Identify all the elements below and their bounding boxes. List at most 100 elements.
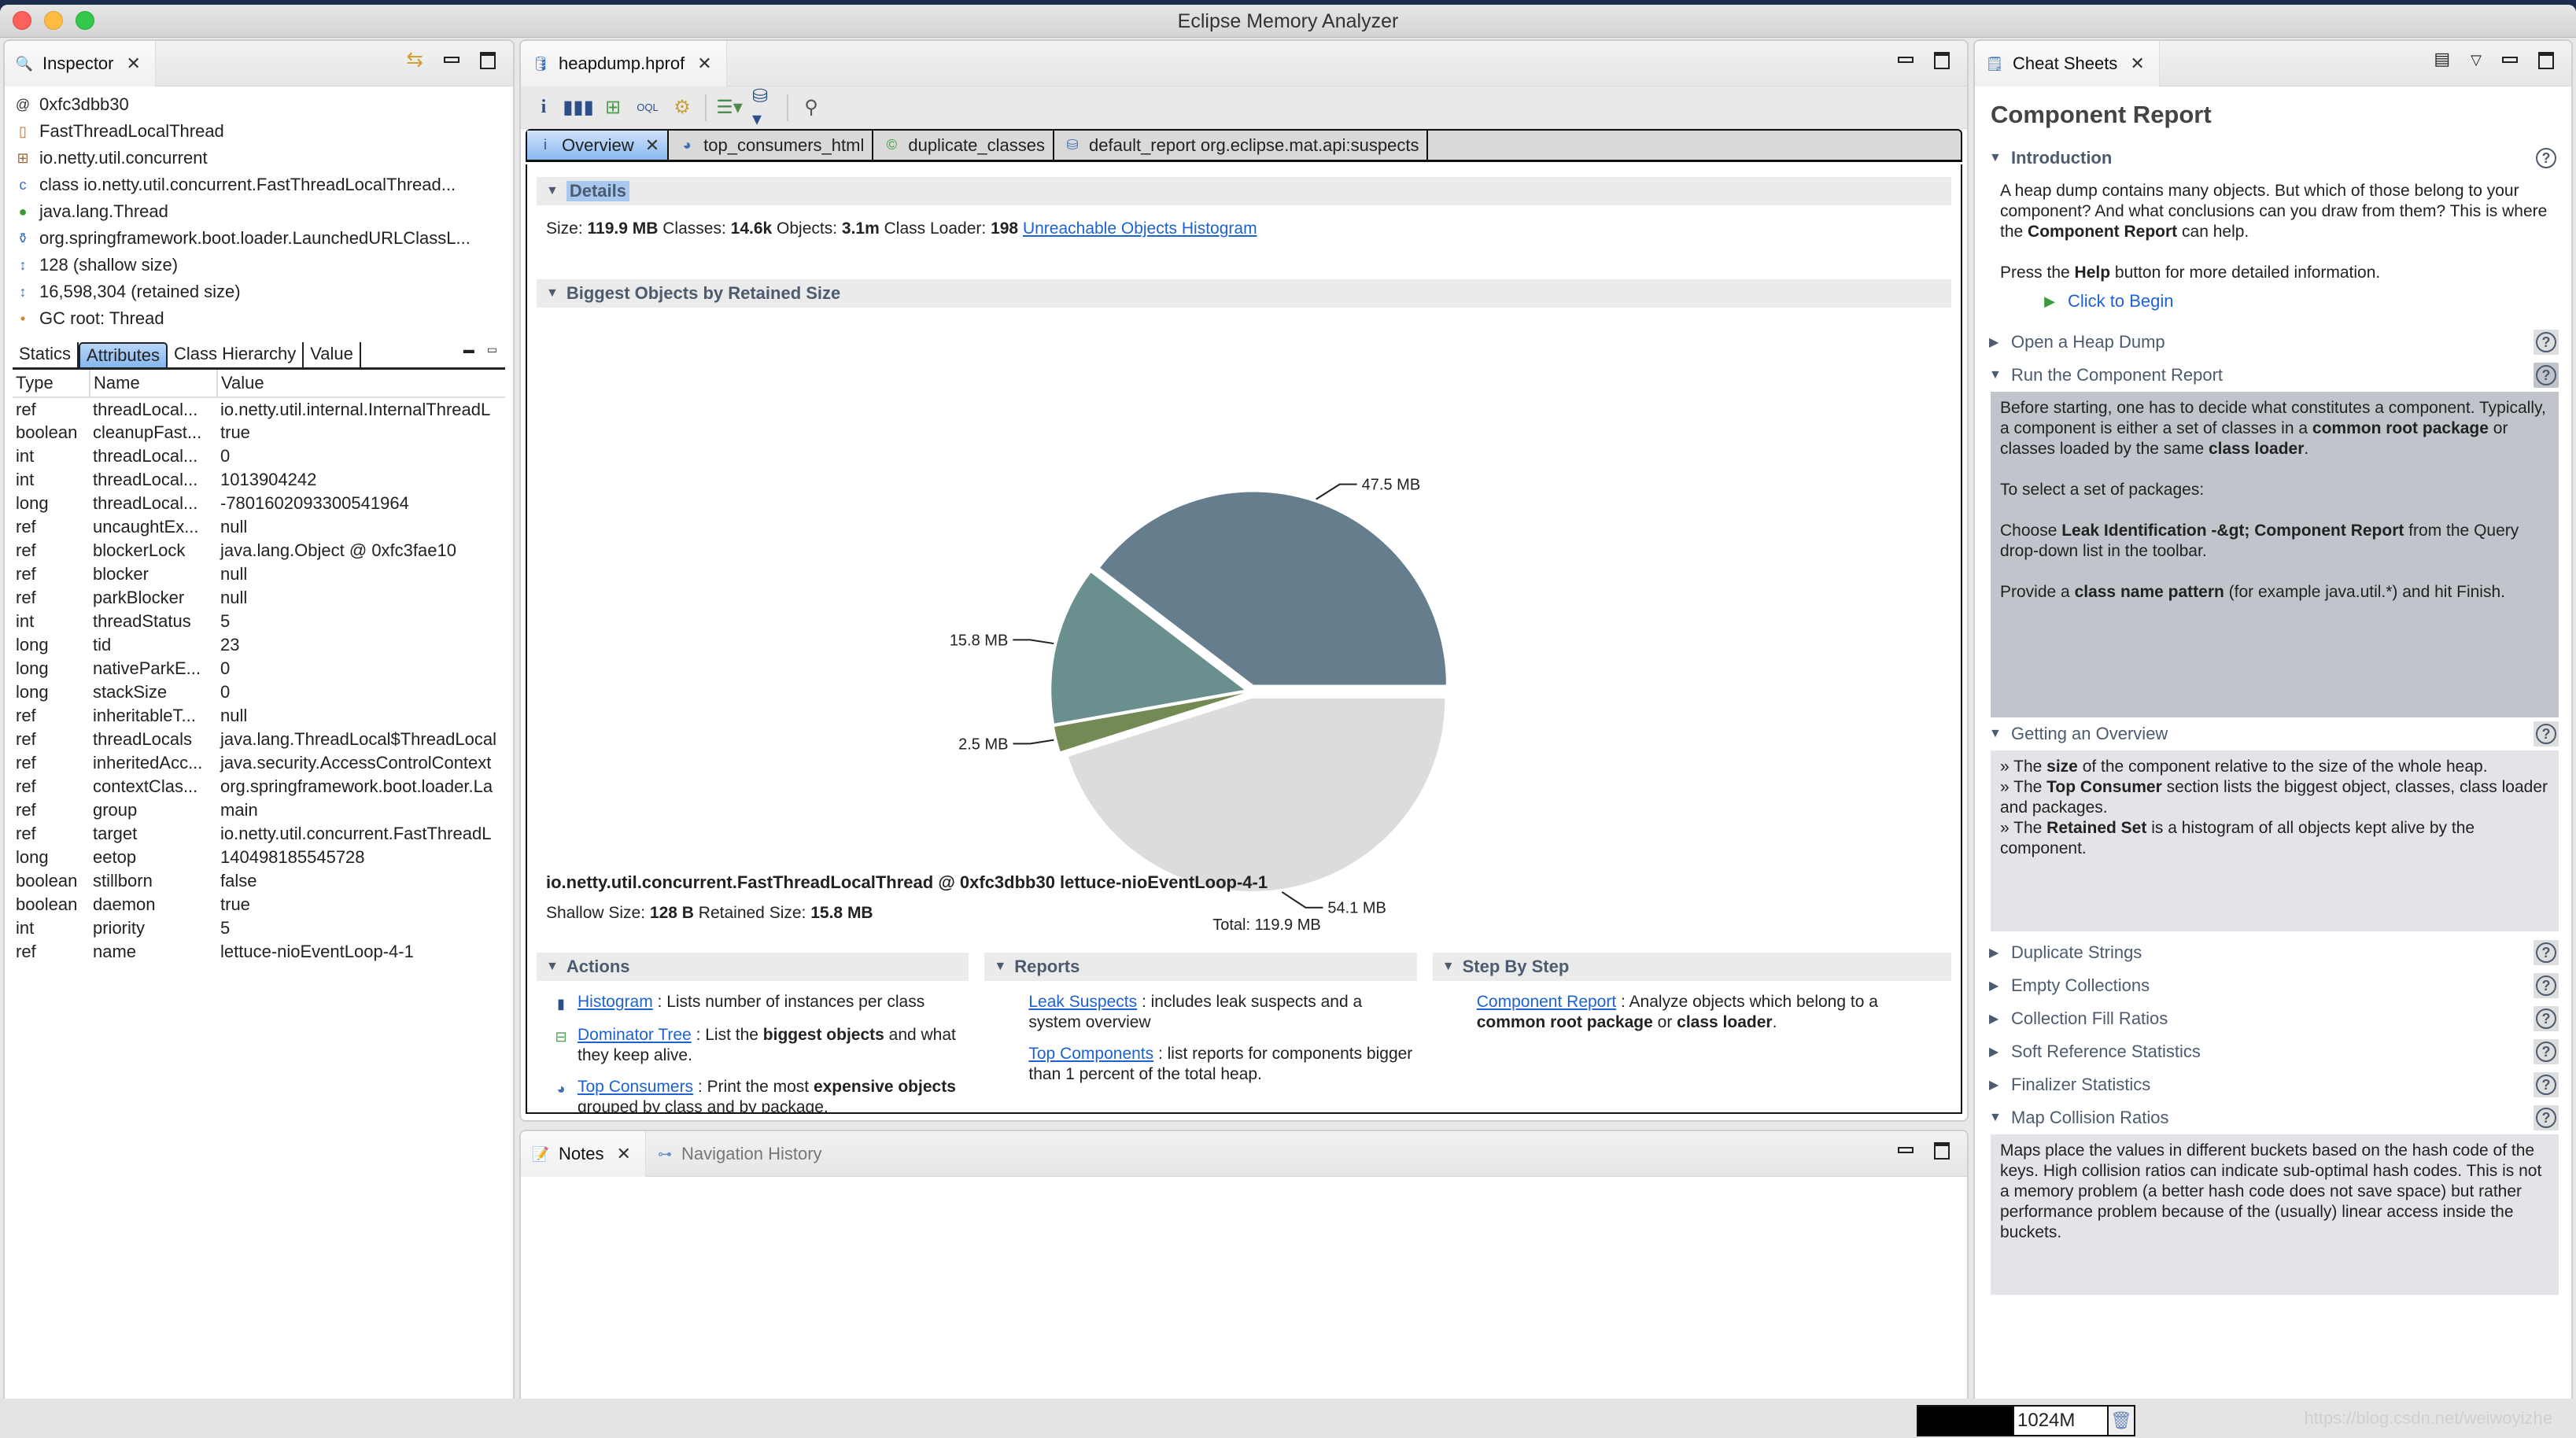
attribute-row[interactable]: ref inheritedAcc... java.security.AccessCo…: [13, 751, 505, 775]
close-icon[interactable]: ✕: [127, 53, 141, 74]
oql-icon[interactable]: OQL: [636, 96, 659, 120]
subtab-class-hierarchy[interactable]: Class Hierarchy: [168, 342, 304, 367]
inspector-item[interactable]: ▯ FastThreadLocalThread: [13, 118, 505, 145]
attribute-row[interactable]: boolean cleanupFast... true: [13, 421, 505, 444]
dominator-tree-icon[interactable]: ⊞: [601, 96, 625, 120]
info-icon[interactable]: i: [532, 96, 555, 120]
help-button[interactable]: ?: [2534, 146, 2559, 171]
attribute-row[interactable]: ref threadLocals java.lang.ThreadLocal$Thr…: [13, 728, 505, 751]
inspector-item[interactable]: ↕ 16,598,304 (retained size): [13, 278, 505, 305]
attribute-row[interactable]: long stackSize 0: [13, 680, 505, 704]
attribute-row[interactable]: int threadLocal... 1013904242: [13, 468, 505, 492]
minimize-icon[interactable]: [2502, 57, 2518, 63]
attribute-row[interactable]: ref uncaughtEx... null: [13, 515, 505, 539]
component-report-link[interactable]: Component Report: [1477, 993, 1616, 1011]
cheatsheet-step-map-collision-ratios[interactable]: ▼ Map Collision Ratios ?: [1975, 1101, 2571, 1134]
attribute-row[interactable]: ref contextClas... org.springframework.boo…: [13, 775, 505, 798]
inspector-item[interactable]: @0xfc3dbb30: [13, 91, 505, 118]
gear-icon[interactable]: ⚙: [670, 96, 694, 120]
tab-navigation-history[interactable]: ⊶ Navigation History: [655, 1144, 822, 1164]
attribute-row[interactable]: boolean daemon true: [13, 893, 505, 916]
report-link[interactable]: Leak Suspects: [1028, 993, 1137, 1011]
help-button[interactable]: ?: [2534, 1105, 2559, 1130]
attribute-row[interactable]: int threadStatus 5: [13, 610, 505, 633]
cheatsheet-step[interactable]: ▶ Duplicate Strings?: [1975, 936, 2571, 969]
editor-tab[interactable]: ⛁ default_report org.eclipse.mat.api:susp…: [1054, 131, 1429, 160]
tab-cheat-sheets[interactable]: 🗒 Cheat Sheets ✕: [1975, 41, 2160, 87]
column-header-type[interactable]: Type: [13, 370, 90, 398]
actions-section-header[interactable]: ▼ Actions: [537, 953, 969, 981]
run-gc-button[interactable]: 🗑: [2107, 1407, 2134, 1435]
cheatsheet-step[interactable]: ▶ Soft Reference Statistics?: [1975, 1035, 2571, 1068]
help-button[interactable]: ?: [2534, 973, 2559, 998]
minimize-icon[interactable]: [1898, 1147, 1914, 1153]
click-to-begin-link[interactable]: ▶ Click to Begin: [2039, 291, 2549, 312]
close-icon[interactable]: ✕: [697, 53, 711, 74]
help-button[interactable]: ?: [2534, 363, 2559, 388]
editor-tab[interactable]: © duplicate_classes: [873, 131, 1055, 160]
inspector-item[interactable]: ● java.lang.Thread: [13, 198, 505, 225]
biggest-objects-section-header[interactable]: ▼ Biggest Objects by Retained Size: [537, 279, 1951, 308]
subtab-value[interactable]: Value: [304, 342, 361, 367]
help-button[interactable]: ?: [2534, 1039, 2559, 1064]
tab-inspector[interactable]: 🔍 Inspector ✕: [5, 41, 156, 87]
attribute-row[interactable]: ref inheritableT... null: [13, 704, 505, 728]
attribute-row[interactable]: long nativeParkE... 0: [13, 657, 505, 680]
help-button[interactable]: ?: [2534, 721, 2559, 747]
notes-textarea[interactable]: [521, 1177, 1967, 1402]
help-button[interactable]: ?: [2534, 940, 2559, 965]
attribute-row[interactable]: long eetop 140498185545728: [13, 846, 505, 869]
close-icon[interactable]: ✕: [2130, 53, 2144, 74]
cheatsheet-step-run-component-report[interactable]: ▼ Run the Component Report ?: [1975, 359, 2571, 392]
close-icon[interactable]: ✕: [616, 1144, 630, 1164]
inspector-item[interactable]: ⊞ io.netty.util.concurrent: [13, 145, 505, 171]
tab-heapdump[interactable]: 🛢 heapdump.hprof ✕: [521, 41, 727, 87]
action-link[interactable]: Histogram: [578, 993, 653, 1011]
maximize-icon[interactable]: [1934, 1142, 1950, 1160]
attribute-row[interactable]: int priority 5: [13, 916, 505, 940]
inspector-item[interactable]: c class io.netty.util.concurrent.FastThre…: [13, 171, 505, 198]
inspector-item[interactable]: • GC root: Thread: [13, 305, 505, 332]
help-button[interactable]: ?: [2534, 1006, 2559, 1031]
cheatsheet-step-getting-overview[interactable]: ▼ Getting an Overview ?: [1975, 717, 2571, 750]
inspector-item[interactable]: ⚱ org.springframework.boot.loader.Launche…: [13, 225, 505, 252]
details-section-header[interactable]: ▼ Details: [537, 177, 1951, 205]
attribute-row[interactable]: ref blocker null: [13, 562, 505, 586]
report-icon[interactable]: ⛁▾: [752, 86, 776, 130]
subtab-attributes[interactable]: Attributes: [79, 342, 168, 367]
tab-notes[interactable]: 📝 Notes ✕: [521, 1131, 646, 1177]
query-browser-icon[interactable]: ☰▾: [716, 96, 743, 120]
minimize-icon[interactable]: [444, 57, 459, 63]
unreachable-objects-link[interactable]: Unreachable Objects Histogram: [1023, 219, 1257, 238]
editor-tab[interactable]: i Overview ✕: [527, 131, 670, 160]
action-link[interactable]: Top Consumers: [578, 1078, 693, 1096]
attribute-row[interactable]: ref name lettuce-nioEventLoop-4-1: [13, 940, 505, 964]
cheatsheet-step[interactable]: ▶ Empty Collections?: [1975, 969, 2571, 1002]
histogram-icon[interactable]: ▮▮▮: [563, 96, 594, 120]
cheatsheet-step[interactable]: ▶ Collection Fill Ratios?: [1975, 1002, 2571, 1035]
attribute-row[interactable]: long threadLocal... -7801602093300541964: [13, 492, 505, 515]
subtab-controls-icon[interactable]: ▬ ▭: [463, 343, 502, 356]
maximize-icon[interactable]: [1934, 52, 1950, 69]
attribute-row[interactable]: ref target io.netty.util.concurrent.FastTh…: [13, 822, 505, 846]
column-header-value[interactable]: Value: [217, 370, 505, 398]
cheatsheet-step[interactable]: ▶ Finalizer Statistics?: [1975, 1068, 2571, 1101]
view-menu-icon[interactable]: ▽: [2471, 52, 2482, 69]
maximize-icon[interactable]: [2538, 52, 2554, 69]
attribute-row[interactable]: ref threadLocal... io.netty.util.internal.…: [13, 397, 505, 421]
collapse-all-icon[interactable]: ▤: [2434, 49, 2450, 69]
action-link[interactable]: Dominator Tree: [578, 1026, 692, 1044]
attribute-row[interactable]: ref group main: [13, 798, 505, 822]
attribute-row[interactable]: long tid 23: [13, 633, 505, 657]
search-icon[interactable]: ⚲: [799, 96, 823, 120]
help-button[interactable]: ?: [2534, 330, 2559, 355]
help-button[interactable]: ?: [2534, 1072, 2559, 1097]
report-link[interactable]: Top Components: [1028, 1045, 1153, 1063]
attribute-row[interactable]: ref parkBlocker null: [13, 586, 505, 610]
minimize-icon[interactable]: [1898, 57, 1914, 63]
attribute-row[interactable]: int threadLocal... 0: [13, 444, 505, 468]
reports-section-header[interactable]: ▼ Reports: [984, 953, 1417, 981]
subtab-statics[interactable]: Statics: [13, 342, 79, 367]
link-with-selection-icon[interactable]: ⇆: [406, 47, 423, 72]
attribute-row[interactable]: ref blockerLock java.lang.Object @ 0xfc3fa…: [13, 539, 505, 562]
